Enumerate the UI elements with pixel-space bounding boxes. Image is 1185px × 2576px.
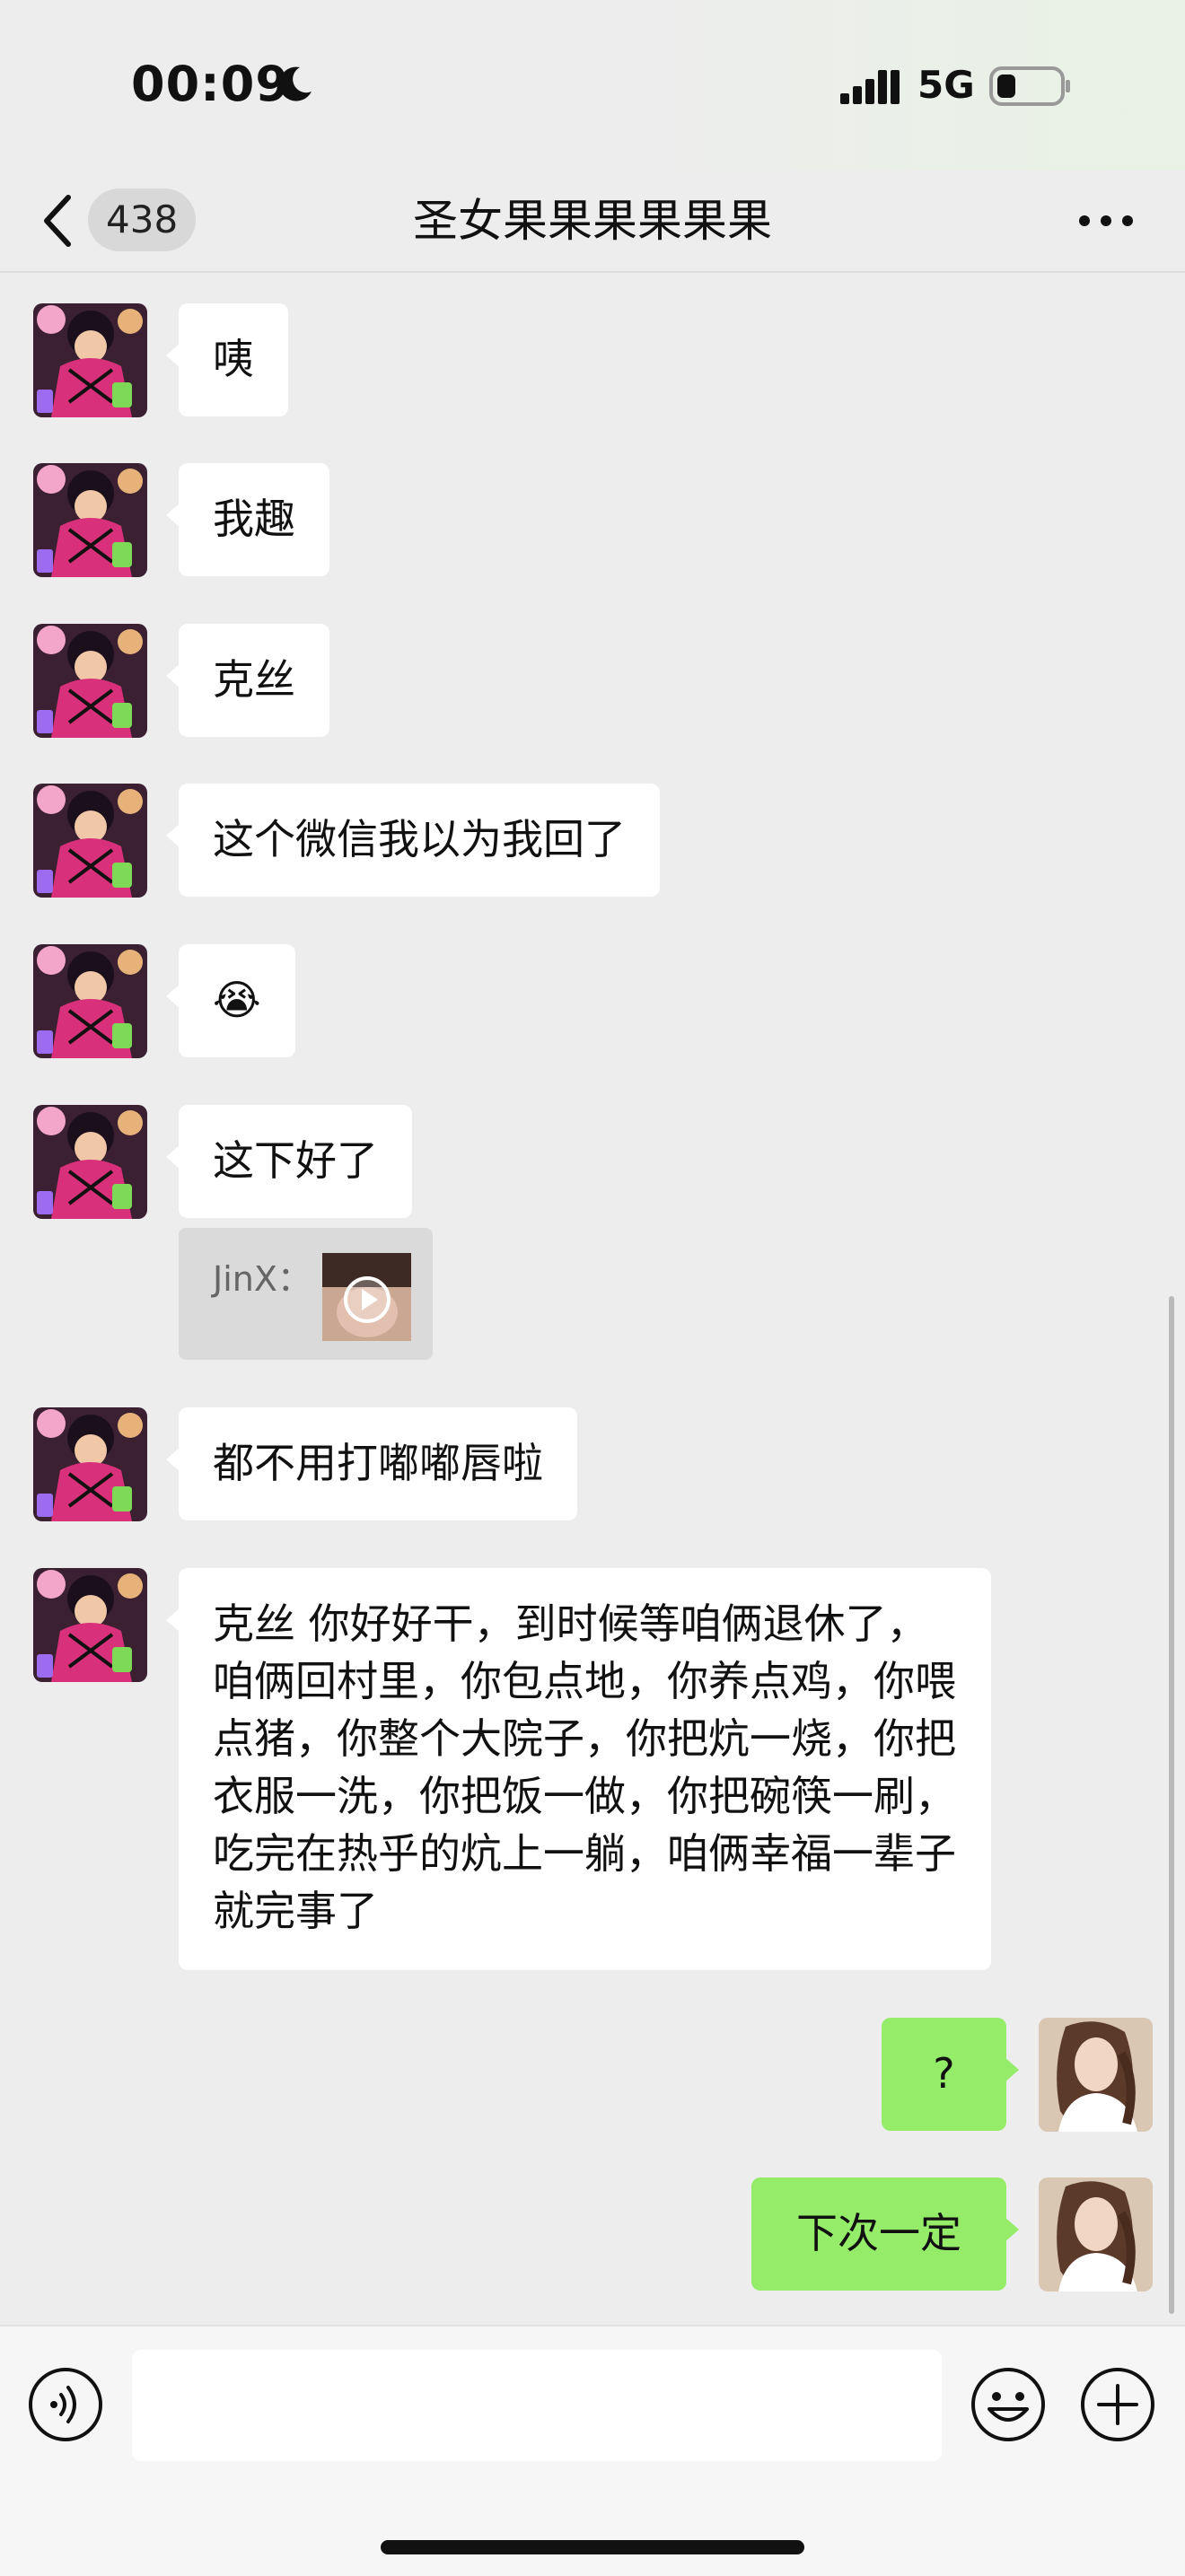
contact-avatar[interactable] [33, 944, 147, 1058]
status-time: 00:09 [131, 56, 290, 112]
battery-icon [989, 66, 1070, 106]
message-bubble-incoming[interactable]: 都不用打嘟嘟唇啦 [166, 1407, 577, 1520]
signal-icon [840, 70, 900, 104]
network-type: 5G [917, 63, 975, 107]
message-bubble-incoming[interactable]: 咦 [166, 303, 288, 416]
contact-avatar[interactable] [33, 303, 147, 417]
message-bubble-outgoing[interactable]: 下次一定 [751, 2177, 1019, 2291]
contact-avatar[interactable] [33, 1407, 147, 1521]
quoted-video-card[interactable]: JinX： [179, 1228, 433, 1360]
message-bubble-incoming[interactable]: 这下好了 [166, 1105, 412, 1218]
message-bubble-incoming[interactable]: 克丝 [166, 624, 329, 737]
quote-sender: JinX： [213, 1259, 312, 1299]
contact-avatar[interactable] [33, 624, 147, 738]
message-bubble-outgoing[interactable]: ? [882, 2018, 1019, 2131]
unread-count-badge[interactable]: 438 [88, 188, 197, 251]
emoji-icon[interactable] [970, 2366, 1047, 2443]
back-arrow-icon[interactable] [36, 187, 81, 255]
message-bubble-incoming[interactable]: 我趣 [166, 463, 329, 576]
chat-header: 圣女果果果果果果 438 [0, 171, 1185, 273]
my-avatar[interactable] [1039, 2177, 1153, 2291]
contact-avatar[interactable] [33, 1568, 147, 1682]
message-bubble-incoming[interactable]: 克丝 你好好干，到时候等咱俩退休了，咱俩回村里，你包点地，你养点鸡，你喂点猪，你… [166, 1568, 991, 1970]
home-indicator [381, 2540, 804, 2554]
status-bar: 00:09 5G [0, 0, 1185, 171]
contact-avatar[interactable] [33, 1105, 147, 1219]
message-bubble-incoming[interactable]: 😭 [166, 944, 295, 1057]
video-thumbnail[interactable] [322, 1253, 411, 1341]
add-attachment-icon[interactable] [1079, 2366, 1156, 2443]
scrollbar[interactable] [1169, 1296, 1174, 2314]
more-options-icon[interactable] [1077, 210, 1135, 232]
contact-avatar[interactable] [33, 784, 147, 898]
contact-avatar[interactable] [33, 463, 147, 577]
message-bubble-incoming[interactable]: 这个微信我以为我回了 [166, 784, 660, 897]
moon-icon [278, 66, 312, 101]
my-avatar[interactable] [1039, 2018, 1153, 2132]
input-bar [0, 2325, 1185, 2576]
message-input[interactable] [132, 2350, 942, 2461]
voice-input-icon[interactable] [27, 2366, 104, 2443]
